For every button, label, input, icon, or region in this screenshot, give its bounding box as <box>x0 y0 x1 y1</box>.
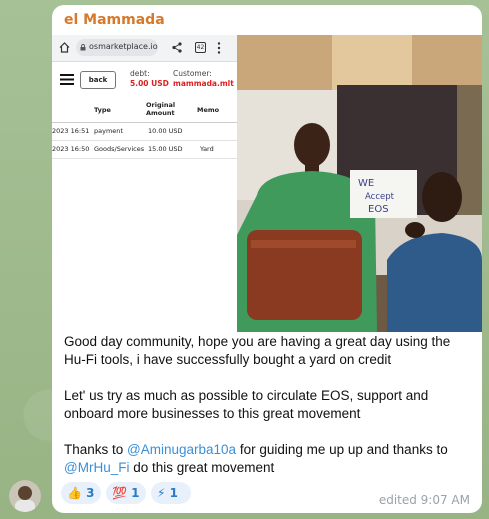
customer-label: Customer: <box>173 69 212 78</box>
thanks-suffix: do this great movement <box>129 460 275 475</box>
column-memo: Memo <box>197 106 220 114</box>
sender-name[interactable]: el Mammada <box>64 12 165 28</box>
more-menu-icon <box>217 42 221 54</box>
share-icon <box>172 42 182 53</box>
column-original-amount: Original Amount <box>146 101 176 117</box>
table-row: 2023 16:50 Goods/Services 15.00 USD Yard <box>52 141 237 159</box>
thanks-prefix: Thanks to <box>64 442 128 457</box>
site-info-icon <box>80 44 86 51</box>
customer-value: mammada.mlt <box>173 79 234 88</box>
row-memo: Yard <box>200 145 214 153</box>
reaction-count: 3 <box>86 486 95 500</box>
reaction-count: 1 <box>131 486 140 500</box>
url-text: osmarketplace.io <box>89 42 158 51</box>
reaction-count: 1 <box>169 486 178 500</box>
screenshot-image[interactable]: osmarketplace.io 42 back debt: 5.00 USD <box>52 35 237 332</box>
row-date: 2023 16:50 <box>52 145 90 153</box>
app-header: back debt: 5.00 USD Customer: mammada.ml… <box>52 62 237 98</box>
hundred-icon: 💯 <box>112 486 127 500</box>
column-type: Type <box>94 106 111 114</box>
message-bubble[interactable]: el Mammada osmarketplace.io 42 back debt… <box>52 5 482 513</box>
message-paragraph: Good day community, hope you are having … <box>64 334 451 367</box>
tab-count-icon: 42 <box>195 42 206 53</box>
thumbs-up-icon: 👍 <box>67 486 82 500</box>
table-header: Type Original Amount Memo <box>52 98 237 123</box>
back-button: back <box>80 71 116 89</box>
lightning-icon: ⚡ <box>157 486 166 500</box>
row-amount: 15.00 USD <box>148 145 183 153</box>
reaction-thumbs-up[interactable]: 👍 3 <box>61 482 101 504</box>
reaction-lightning[interactable]: ⚡ 1 <box>151 482 191 504</box>
mention-mrhu-fi[interactable]: @MrHu_Fi <box>64 460 129 475</box>
row-type: payment <box>94 127 123 135</box>
table-row: 2023 16:51 payment 10.00 USD <box>52 123 237 141</box>
message-text: Good day community, hope you are having … <box>64 333 474 477</box>
hamburger-menu-icon <box>60 74 74 85</box>
svg-text:WE: WE <box>358 178 374 189</box>
photo-image[interactable]: WE Accept EOS <box>237 35 482 332</box>
row-date: 2023 16:51 <box>52 127 90 135</box>
svg-text:EOS: EOS <box>368 204 389 215</box>
debt-label: debt: <box>130 69 150 78</box>
message-paragraph: Let' us try as much as possible to circu… <box>64 388 429 421</box>
browser-bar: osmarketplace.io 42 <box>52 35 237 62</box>
debt-value: 5.00 USD <box>130 79 169 88</box>
url-field: osmarketplace.io <box>76 39 158 56</box>
row-type: Goods/Services <box>94 145 145 153</box>
svg-text:Accept: Accept <box>365 192 395 202</box>
reaction-hundred[interactable]: 💯 1 <box>106 482 146 504</box>
message-thanks-paragraph: Thanks to @Aminugarba10a for guiding me … <box>64 441 474 477</box>
message-timestamp: edited 9:07 AM <box>378 493 470 507</box>
row-amount: 10.00 USD <box>148 127 183 135</box>
media-grid[interactable]: osmarketplace.io 42 back debt: 5.00 USD <box>52 35 482 332</box>
mention-aminugarba10a[interactable]: @Aminugarba10a <box>127 442 236 457</box>
thanks-middle: for guiding me up up and thanks to <box>236 442 448 457</box>
sender-avatar[interactable] <box>9 480 41 512</box>
home-icon <box>59 42 70 53</box>
